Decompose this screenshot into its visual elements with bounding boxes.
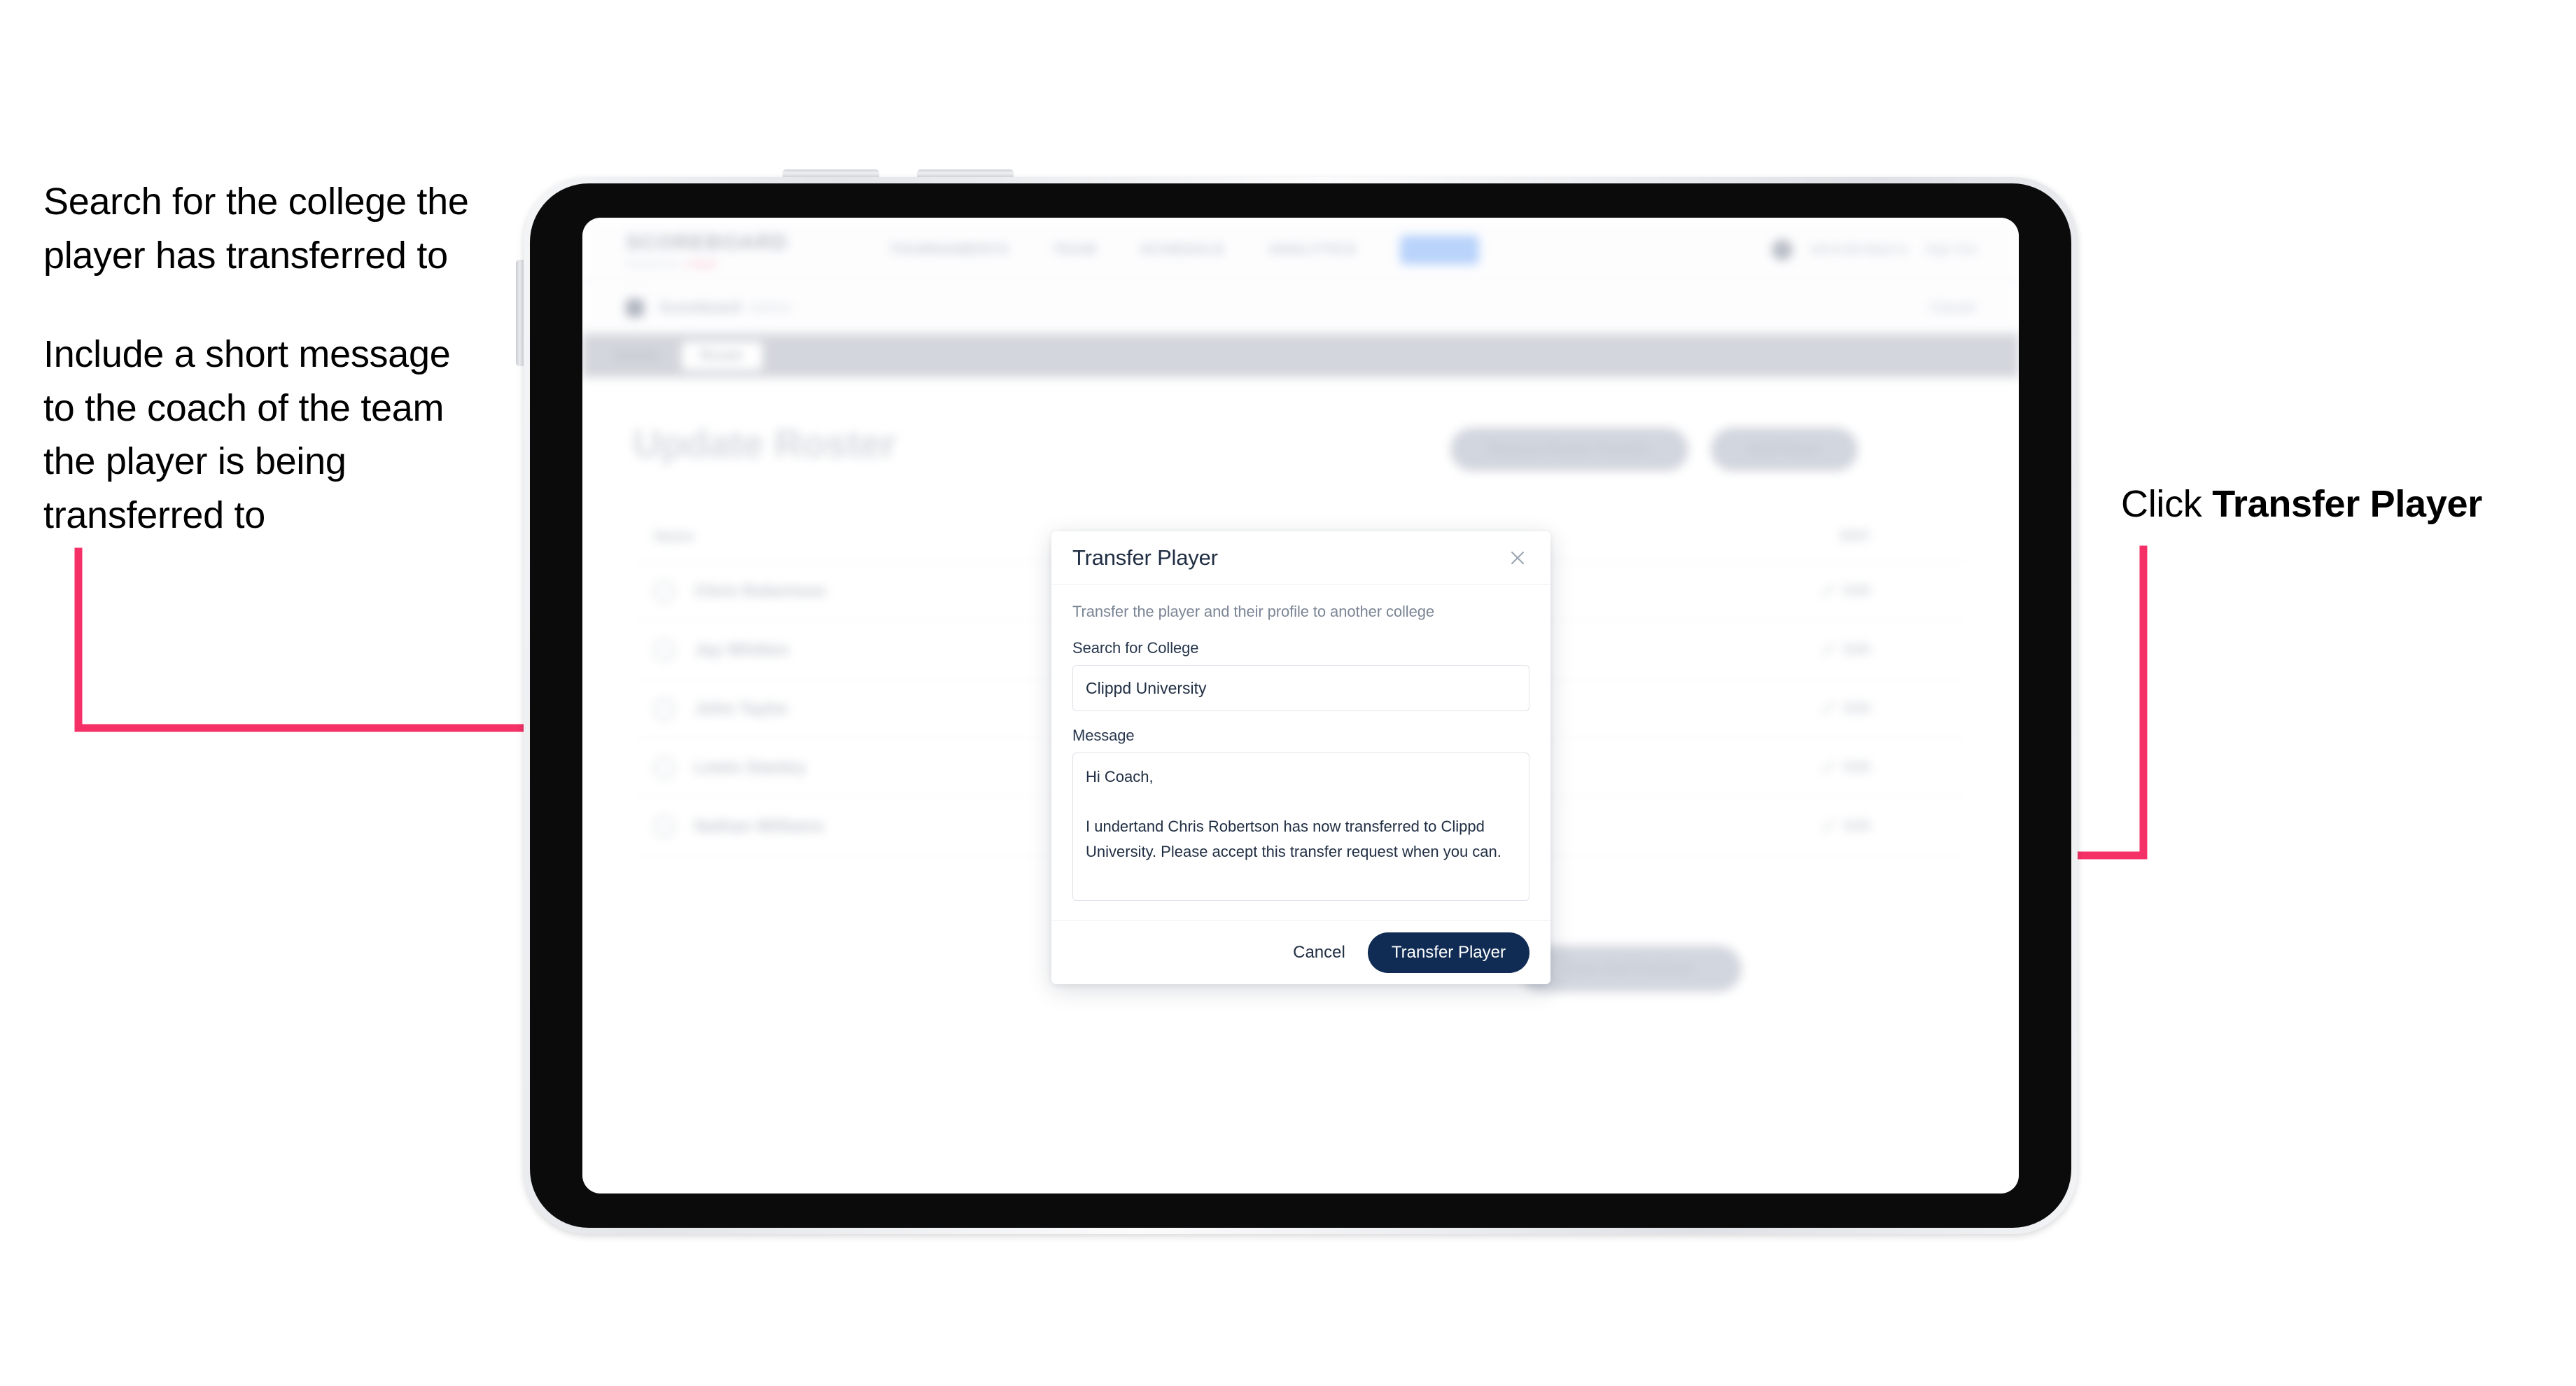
row-edit-label: Edit	[1844, 642, 1870, 657]
transfer-player-button[interactable]: Transfer Player	[1367, 932, 1530, 973]
player-name: Chris Robertson	[694, 581, 827, 601]
request-roster-transfer-button[interactable]: Request Roster Transfer	[1450, 428, 1688, 471]
tab-roster[interactable]: Roster	[681, 341, 762, 370]
row-edit-button[interactable]: Edit	[1823, 701, 1870, 717]
breadcrumb: Scoreboard Admin Cancel	[582, 282, 2019, 334]
annotation-click-transfer-player: Click Transfer Player	[2121, 477, 2555, 531]
row-edit-label: Edit	[1844, 701, 1870, 716]
transfer-player-modal: Transfer Player Transfer the player and …	[1051, 531, 1550, 984]
row-edit-label: Edit	[1844, 760, 1870, 775]
message-field-group: Message Hi Coach, I undertand Chris Robe…	[1072, 727, 1530, 904]
nav-item-admin[interactable]: ADMIN	[1399, 234, 1479, 265]
screenshot-canvas: Search for the college the player has tr…	[0, 0, 2576, 1386]
search-college-input[interactable]	[1072, 665, 1530, 711]
annotation-right-prefix: Click	[2121, 483, 2213, 525]
row-edit-button[interactable]: Edit	[1823, 760, 1870, 776]
player-name: Jay Whitten	[694, 640, 789, 659]
player-name: Nathan Williams	[694, 816, 825, 836]
breadcrumb-secondary: Admin	[749, 299, 792, 316]
app-nav-items: TOURNAMENTS TEAM SCHEDULE ANALYTICS ADMI…	[889, 234, 1479, 265]
add-player-button[interactable]: Add Player	[1711, 428, 1858, 471]
modal-body: Transfer the player and their profile to…	[1051, 584, 1550, 920]
logo-subtitle: Powered by clippd	[626, 258, 763, 269]
close-icon[interactable]	[1506, 546, 1530, 570]
avatar[interactable]	[1772, 239, 1793, 260]
row-checkbox[interactable]	[654, 757, 675, 778]
modal-footer: Cancel Transfer Player	[1051, 920, 1550, 984]
college-field-label: Search for College	[1072, 639, 1199, 657]
annotation-search-college: Search for the college the player has tr…	[43, 181, 469, 276]
player-name: John Taylor	[694, 699, 789, 718]
sign-out-link[interactable]: Sign Out	[1925, 242, 1977, 258]
row-edit-label: Edit	[1844, 583, 1870, 598]
roster-column-name: Name	[654, 528, 694, 545]
row-checkbox[interactable]	[654, 639, 675, 661]
nav-item-analytics[interactable]: ANALYTICS	[1268, 241, 1356, 258]
tablet-screen: SCOREBOARD Powered by clippd TOURNAMENTS…	[582, 218, 2019, 1194]
row-edit-button[interactable]: Edit	[1823, 583, 1870, 599]
logo-powered-by: Powered by	[626, 258, 681, 269]
row-checkbox[interactable]	[654, 580, 675, 602]
nav-item-schedule[interactable]: SCHEDULE	[1140, 241, 1225, 258]
modal-subtitle: Transfer the player and their profile to…	[1072, 603, 1434, 620]
cancel-button[interactable]: Cancel	[1278, 934, 1361, 971]
modal-header: Transfer Player	[1051, 531, 1550, 584]
page-title: Update Roster	[633, 421, 897, 465]
save-and-continue-button[interactable]: Save And Continue	[1519, 946, 1742, 992]
breadcrumb-icon	[626, 298, 644, 317]
college-field-group: Search for College	[1072, 639, 1530, 711]
row-edit-button[interactable]: Edit	[1823, 818, 1870, 834]
tab-details[interactable]: Details	[615, 348, 661, 364]
logo-wordmark: SCOREBOARD	[626, 230, 788, 254]
app-nav-right: admin@clippd.io Sign Out	[1772, 239, 1977, 260]
message-textarea[interactable]: Hi Coach, I undertand Chris Robertson ha…	[1072, 752, 1530, 901]
nav-item-team[interactable]: TEAM	[1053, 241, 1097, 258]
annotation-include-message: Include a short message to the coach of …	[43, 333, 451, 537]
account-email: admin@clippd.io	[1809, 241, 1909, 257]
breadcrumb-primary[interactable]: Scoreboard	[659, 300, 741, 316]
pencil-icon	[1823, 761, 1836, 774]
row-edit-label: Edit	[1844, 818, 1870, 834]
app-tab-strip: Details Roster	[582, 334, 2019, 377]
pencil-icon	[1823, 584, 1836, 598]
annotation-right-bold: Transfer Player	[2212, 483, 2482, 525]
pencil-icon	[1823, 820, 1836, 833]
tablet-device: SCOREBOARD Powered by clippd TOURNAMENTS…	[516, 169, 2078, 1234]
row-checkbox[interactable]	[654, 816, 675, 837]
player-name: Lewis Stanley	[694, 757, 806, 777]
row-edit-button[interactable]: Edit	[1823, 642, 1870, 658]
logo-brand: clippd	[685, 258, 717, 269]
message-field-label: Message	[1072, 727, 1135, 744]
modal-title: Transfer Player	[1072, 545, 1218, 570]
breadcrumb-cancel[interactable]: Cancel	[1930, 300, 1975, 316]
pencil-icon	[1823, 643, 1836, 657]
app-logo[interactable]: SCOREBOARD Powered by clippd	[626, 230, 788, 269]
nav-item-tournaments[interactable]: TOURNAMENTS	[889, 241, 1009, 258]
row-checkbox[interactable]	[654, 698, 675, 720]
roster-column-edit: EDIT	[1840, 528, 1870, 544]
app-top-nav: SCOREBOARD Powered by clippd TOURNAMENTS…	[582, 218, 2019, 282]
pencil-icon	[1823, 702, 1836, 715]
